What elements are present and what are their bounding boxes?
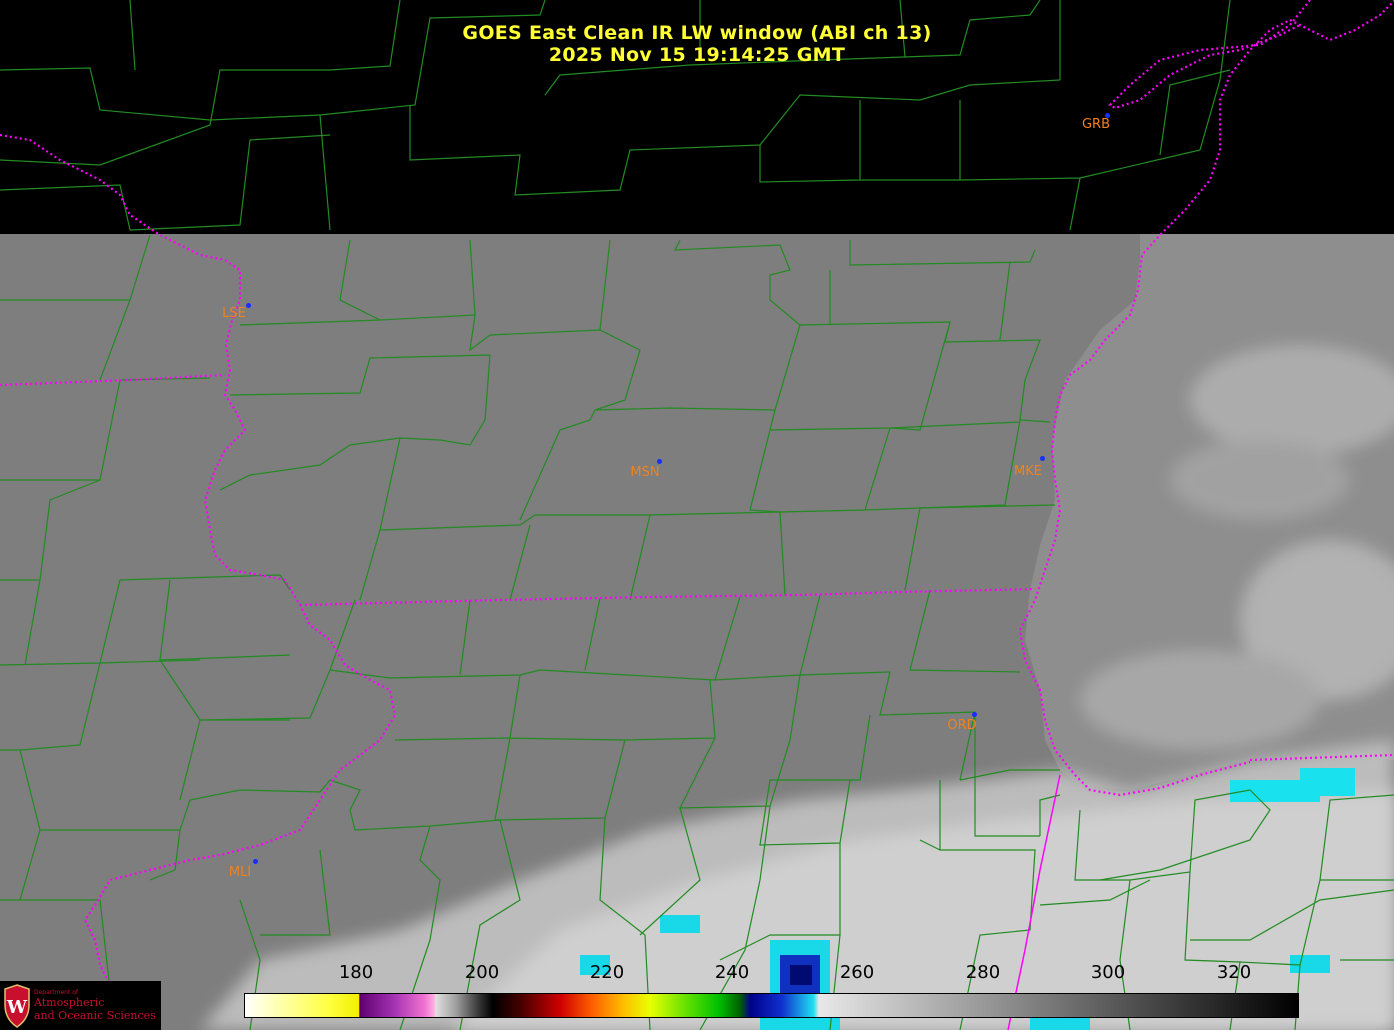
city-dot-msn	[657, 459, 662, 464]
title-line-1: GOES East Clean IR LW window (ABI ch 13)	[462, 22, 932, 44]
colorbar-tick-220: 220	[589, 962, 625, 983]
crest-letter: W	[6, 997, 28, 1018]
city-label-lse: LSE	[222, 306, 246, 321]
city-label-ord: ORD	[947, 718, 977, 733]
city-label-grb: GRB	[1081, 117, 1111, 132]
colorbar-tick-320: 320	[1216, 962, 1252, 983]
colorbar-tick-180: 180	[338, 962, 374, 983]
aos-logo: W Department of Atmospheric and Oceanic …	[0, 981, 161, 1030]
colorbar-tick-300: 300	[1090, 962, 1126, 983]
city-label-mke: MKE	[1014, 464, 1042, 479]
uw-crest-icon: W	[4, 984, 30, 1028]
logo-department: Department of	[34, 989, 78, 996]
cloud-lake-2	[1170, 440, 1350, 520]
cloud-lake-4	[1080, 650, 1320, 750]
colorbar-tick-260: 260	[839, 962, 875, 983]
temperature-colorbar	[244, 993, 1299, 1018]
city-dot-mli	[253, 859, 258, 864]
colorbar-tick-200: 200	[464, 962, 500, 983]
city-label-msn: MSN	[630, 465, 660, 480]
city-dot-mke	[1040, 456, 1045, 461]
title-line-2: 2025 Nov 15 19:14:25 GMT	[548, 44, 846, 66]
city-dot-lse	[246, 303, 251, 308]
logo-oceanic-sciences: and Oceanic Sciences	[34, 1009, 156, 1022]
logo-atmospheric: Atmospheric	[34, 996, 105, 1009]
colorbar-tick-240: 240	[714, 962, 750, 983]
city-label-mli: MLI	[228, 865, 252, 880]
colorbar-tick-280: 280	[965, 962, 1001, 983]
city-dot-ord	[972, 712, 977, 717]
satellite-map	[0, 0, 1394, 1030]
